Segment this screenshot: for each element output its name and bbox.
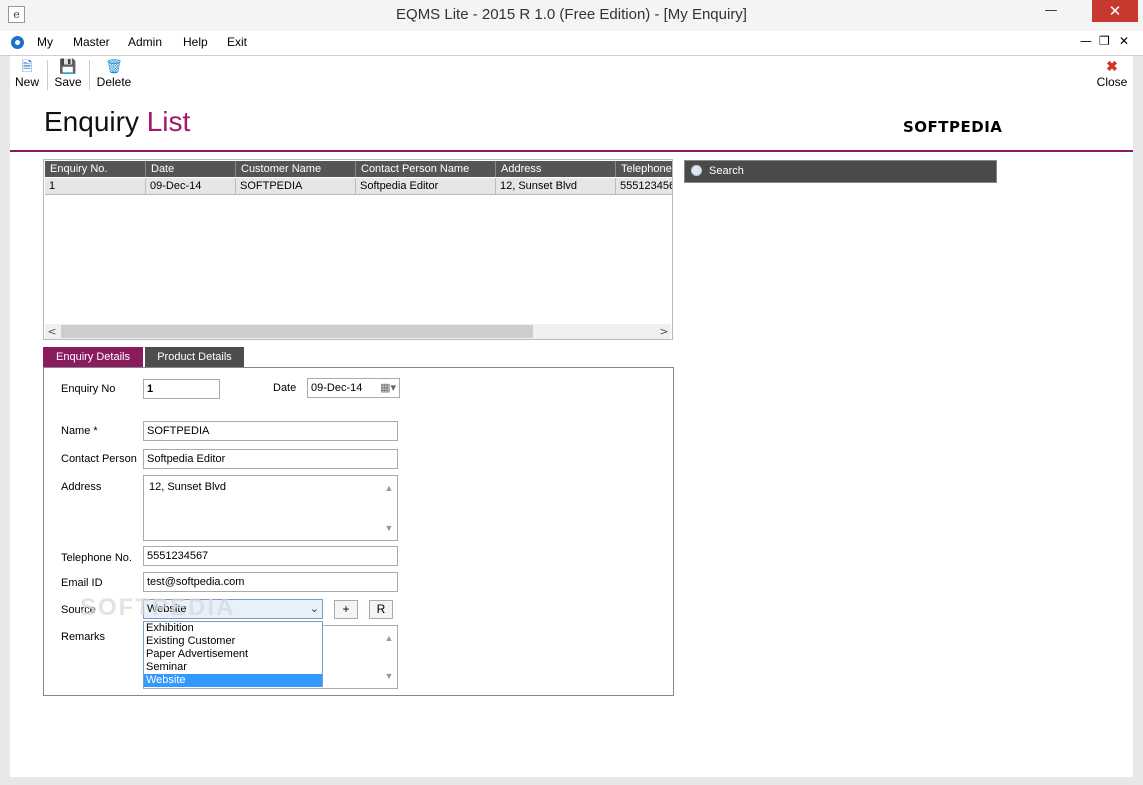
date-value: 09-Dec-14 — [311, 382, 363, 394]
title-divider — [10, 150, 1133, 152]
horizontal-scrollbar[interactable]: < > — [45, 324, 671, 339]
scroll-thumb[interactable] — [61, 325, 533, 338]
list-item[interactable]: Existing Customer — [144, 635, 322, 648]
remarks-scrollbar[interactable]: ▲ ▼ — [382, 627, 396, 687]
title-bar: e EQMS Lite - 2015 R 1.0 (Free Edition) … — [0, 0, 1143, 31]
menu-bar: My Master Admin Help Exit — ❐ ✕ — [0, 31, 1143, 56]
mdi-minimize-icon[interactable]: — — [1080, 34, 1092, 48]
telephone-input[interactable]: 5551234567 — [143, 546, 398, 566]
page-title: Enquiry List — [44, 106, 190, 138]
scroll-right-icon[interactable]: > — [657, 324, 671, 339]
column-header-contact-person[interactable]: Contact Person Name — [356, 161, 496, 177]
name-label: Name * — [61, 425, 98, 437]
toolbar: 🗎 New 💾 Save 🗑 Delete ✖ Close — [10, 56, 1133, 94]
brand-label: SOFTPEDIA — [903, 118, 1003, 136]
new-document-icon: 🗎 — [21, 58, 33, 74]
column-header-customer-name[interactable]: Customer Name — [236, 161, 356, 177]
contact-person-label: Contact Person — [61, 453, 137, 465]
menu-admin[interactable]: Admin — [128, 35, 162, 49]
date-label: Date — [273, 382, 297, 394]
address-scrollbar[interactable]: ▲ ▼ — [382, 477, 396, 539]
address-textarea[interactable]: 12, Sunset Blvd ▲ ▼ — [143, 475, 398, 541]
table-cell[interactable]: Softpedia Editor — [356, 178, 496, 195]
status-bar — [0, 777, 1143, 785]
chevron-down-icon[interactable]: ⌄ — [310, 600, 319, 618]
minimize-icon[interactable]: — — [1034, 0, 1068, 22]
close-button[interactable]: ✖ Close — [1095, 58, 1129, 89]
column-header-address[interactable]: Address — [496, 161, 616, 177]
column-header-telephone[interactable]: Telephone — [616, 161, 672, 177]
watermark: SOFTPEDIA — [80, 594, 236, 621]
scroll-up-icon[interactable]: ▲ — [382, 479, 396, 497]
scroll-up-icon[interactable]: ▲ — [382, 629, 396, 647]
list-item[interactable]: Paper Advertisement — [144, 648, 322, 661]
new-button-label: New — [14, 75, 39, 89]
new-button[interactable]: 🗎 New — [14, 58, 40, 89]
add-source-button[interactable]: + — [334, 600, 358, 619]
reset-source-button[interactable]: R — [369, 600, 393, 619]
date-picker[interactable]: 09-Dec-14 ▦▾ — [307, 378, 400, 398]
scroll-left-icon[interactable]: < — [45, 324, 59, 339]
menu-my[interactable]: My — [37, 35, 53, 49]
scroll-down-icon[interactable]: ▼ — [382, 667, 396, 685]
mdi-close-icon[interactable]: ✕ — [1119, 34, 1129, 48]
tab-product-details[interactable]: Product Details — [145, 347, 244, 368]
enquiry-grid[interactable]: Enquiry No. Date Customer Name Contact P… — [43, 159, 673, 340]
scroll-down-icon[interactable]: ▼ — [382, 519, 396, 537]
mdi-restore-icon[interactable]: ❐ — [1099, 34, 1110, 48]
email-label: Email ID — [61, 577, 103, 589]
page-title-main: Enquiry — [44, 106, 139, 137]
column-header-enquiry-no[interactable]: Enquiry No. — [45, 161, 146, 177]
save-button[interactable]: 💾 Save — [54, 58, 82, 89]
address-value: 12, Sunset Blvd — [149, 481, 227, 493]
list-item[interactable]: Seminar — [144, 661, 322, 674]
window-close-icon[interactable]: ✕ — [1092, 0, 1138, 22]
menu-master[interactable]: Master — [73, 35, 110, 49]
calendar-icon[interactable]: ▦▾ — [380, 379, 396, 397]
source-dropdown-list[interactable]: Exhibition Existing Customer Paper Adver… — [143, 621, 323, 687]
table-cell[interactable]: SOFTPEDIA — [236, 178, 356, 195]
enquiry-no-label: Enquiry No — [61, 383, 116, 395]
name-input[interactable]: SOFTPEDIA — [143, 421, 398, 441]
list-item[interactable]: Exhibition — [144, 622, 322, 635]
search-bar[interactable]: Search — [684, 160, 997, 183]
table-cell[interactable]: 1 — [45, 178, 146, 195]
column-header-date[interactable]: Date — [146, 161, 236, 177]
search-icon — [691, 165, 702, 176]
save-button-label: Save — [54, 75, 82, 89]
close-button-label: Close — [1096, 75, 1128, 89]
tab-enquiry-details[interactable]: Enquiry Details — [43, 347, 143, 368]
email-input[interactable]: test@softpedia.com — [143, 572, 398, 592]
close-icon: ✖ — [1106, 58, 1118, 74]
toolbar-separator — [47, 60, 48, 90]
page-title-accent: List — [146, 106, 191, 137]
remarks-label: Remarks — [61, 631, 106, 643]
list-item-selected[interactable]: Website — [144, 674, 322, 687]
enquiry-no-input[interactable]: 1 — [143, 379, 220, 399]
delete-button[interactable]: 🗑 Delete — [96, 58, 132, 89]
trash-icon: 🗑 — [105, 58, 123, 74]
table-cell[interactable]: 09-Dec-14 — [146, 178, 236, 195]
menu-help[interactable]: Help — [183, 35, 208, 49]
save-icon: 💾 — [59, 58, 77, 74]
search-label: Search — [709, 165, 744, 177]
table-cell[interactable]: 12, Sunset Blvd — [496, 178, 616, 195]
window-title: EQMS Lite - 2015 R 1.0 (Free Edition) - … — [396, 6, 747, 23]
table-cell[interactable]: 555123456 — [616, 178, 672, 195]
toolbar-separator — [89, 60, 90, 90]
delete-button-label: Delete — [96, 75, 132, 89]
contact-person-input[interactable]: Softpedia Editor — [143, 449, 398, 469]
menu-exit[interactable]: Exit — [227, 35, 247, 49]
address-label: Address — [61, 481, 102, 493]
app-logo-icon[interactable] — [11, 36, 24, 49]
telephone-label: Telephone No. — [61, 552, 132, 564]
